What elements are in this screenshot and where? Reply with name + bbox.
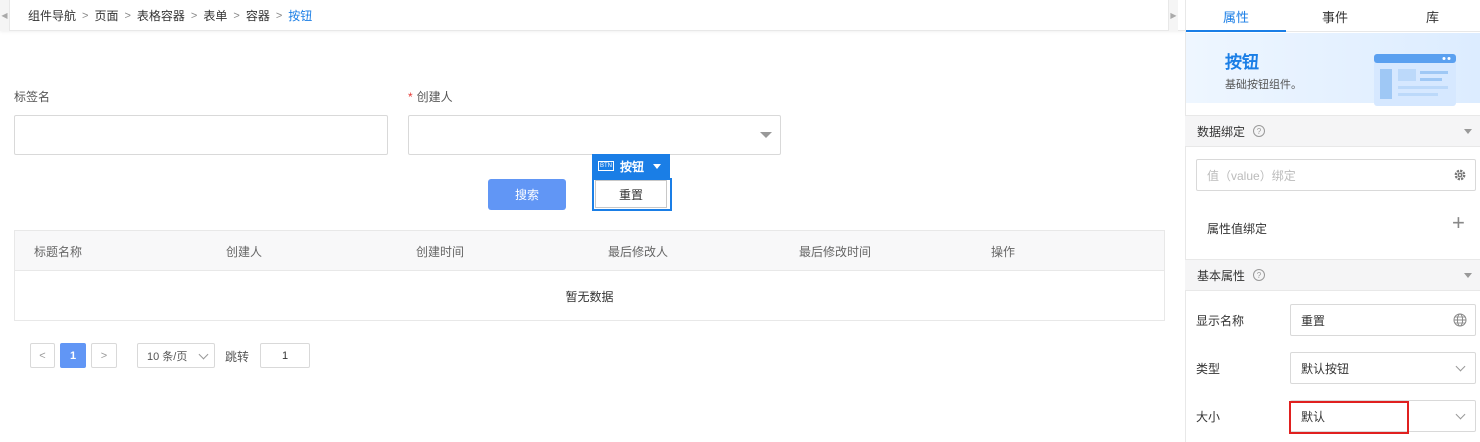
chevron-right-icon: > [233, 9, 240, 22]
component-illustration-icon [1374, 54, 1456, 106]
search-button[interactable]: 搜索 [488, 179, 566, 210]
chevron-right-icon: > [275, 9, 283, 22]
column-header: 操作 [991, 244, 1016, 259]
basic-properties-title: 基本属性? [1197, 260, 1266, 290]
highlight-box [1289, 401, 1409, 434]
breadcrumb-item[interactable]: 页面 [94, 7, 118, 24]
tag-name-input[interactable] [14, 115, 388, 155]
type-select[interactable]: 默认按钮 [1290, 352, 1476, 384]
reset-button[interactable]: 重置 [595, 180, 667, 208]
scroll-left-arrow-icon[interactable]: ◀ [0, 0, 10, 31]
type-value: 默认按钮 [1301, 361, 1350, 376]
page-size-select[interactable]: 10 条/页 [137, 343, 215, 368]
data-binding-title-text: 数据绑定 [1197, 124, 1246, 139]
tab-library[interactable]: 库 [1384, 0, 1480, 32]
jump-label: 跳转 [225, 350, 250, 364]
field-label-creator: * 创建人 [408, 88, 453, 105]
basic-properties-title-text: 基本属性 [1197, 268, 1246, 283]
app-root: ◀ 组件导航 > 页面 > 表格容器 > 表单 > 容器 > 按钮 ▶ 标签名 … [0, 0, 1480, 442]
chevron-right-icon: > [190, 9, 198, 22]
button-type-icon: BTN [598, 161, 614, 171]
chevron-right-icon: > [82, 9, 89, 22]
breadcrumb-bar: ◀ 组件导航 > 页面 > 表格容器 > 表单 > 容器 > 按钮 ▶ [0, 0, 1185, 31]
data-binding-title: 数据绑定? [1197, 116, 1266, 146]
component-title: 按钮 [1225, 53, 1259, 72]
component-description: 基础按钮组件。 [1225, 79, 1302, 91]
empty-state-text: 暂无数据 [565, 289, 614, 304]
value-binding-placeholder: 值（value）绑定 [1207, 168, 1296, 183]
dropdown-triangle-icon [760, 132, 772, 138]
field-label-tag-name: 标签名 [14, 90, 51, 104]
type-label: 类型 [1196, 362, 1221, 376]
collapse-triangle-icon [1464, 129, 1472, 134]
selected-component-label: 按钮 [620, 159, 645, 174]
globe-icon[interactable] [1453, 313, 1467, 327]
breadcrumb-item[interactable]: 容器 [246, 7, 270, 24]
basic-properties-section-header[interactable]: 基本属性? [1185, 259, 1480, 291]
scroll-right-arrow-icon[interactable]: ▶ [1168, 0, 1178, 31]
panel-tabs: 属性 事件 库 [1186, 0, 1480, 32]
page-button-current[interactable]: 1 [60, 343, 86, 368]
help-icon[interactable]: ? [1253, 269, 1266, 281]
data-table: 标题名称 创建人 创建时间 最后修改人 最后修改时间 操作 暂无数据 [14, 230, 1165, 321]
breadcrumb-item[interactable]: 组件导航 [28, 7, 76, 24]
jump-page-input[interactable]: 1 [260, 343, 310, 368]
selected-component-tag[interactable]: BTN 按钮 [592, 154, 670, 178]
next-page-button[interactable]: > [91, 343, 117, 368]
tab-properties[interactable]: 属性 [1186, 0, 1286, 32]
creator-label-text: 创建人 [416, 90, 453, 104]
breadcrumb: 组件导航 > 页面 > 表格容器 > 表单 > 容器 > 按钮 [28, 0, 312, 31]
display-name-value: 重置 [1301, 313, 1326, 328]
display-name-input[interactable]: 重置 [1290, 304, 1476, 336]
creator-select[interactable] [408, 115, 781, 155]
add-binding-icon[interactable]: + [1452, 212, 1465, 234]
active-tab-indicator [1186, 30, 1286, 32]
breadcrumb-current[interactable]: 按钮 [288, 7, 312, 24]
chevron-down-icon [1455, 409, 1466, 420]
required-mark: * [408, 90, 413, 104]
column-header: 创建人 [226, 244, 263, 259]
collapse-triangle-icon [1464, 273, 1472, 278]
column-header: 最后修改人 [608, 244, 669, 259]
chevron-down-icon [198, 349, 209, 360]
column-header: 创建时间 [416, 244, 465, 259]
breadcrumb-item[interactable]: 表格容器 [137, 7, 185, 24]
design-canvas: ◀ 组件导航 > 页面 > 表格容器 > 表单 > 容器 > 按钮 ▶ 标签名 … [0, 0, 1185, 442]
size-label: 大小 [1196, 410, 1221, 424]
tab-events[interactable]: 事件 [1286, 0, 1384, 32]
table-header: 标题名称 创建人 创建时间 最后修改人 最后修改时间 操作 [15, 231, 1164, 271]
help-icon[interactable]: ? [1253, 125, 1266, 137]
value-binding-input[interactable]: 值（value）绑定 [1196, 159, 1476, 191]
data-binding-section-header[interactable]: 数据绑定? [1185, 115, 1480, 147]
column-header: 最后修改时间 [799, 244, 872, 259]
chevron-right-icon: > [124, 9, 131, 22]
attr-binding-label: 属性值绑定 [1207, 222, 1268, 236]
gear-icon[interactable] [1453, 168, 1467, 182]
column-header: 标题名称 [34, 244, 83, 259]
prev-page-button[interactable]: < [30, 343, 55, 368]
breadcrumb-item[interactable]: 表单 [203, 7, 227, 24]
display-name-label: 显示名称 [1196, 314, 1245, 328]
chevron-down-icon [1455, 361, 1466, 372]
tag-dropdown-icon [653, 163, 662, 169]
page-size-value: 10 条/页 [147, 350, 188, 363]
